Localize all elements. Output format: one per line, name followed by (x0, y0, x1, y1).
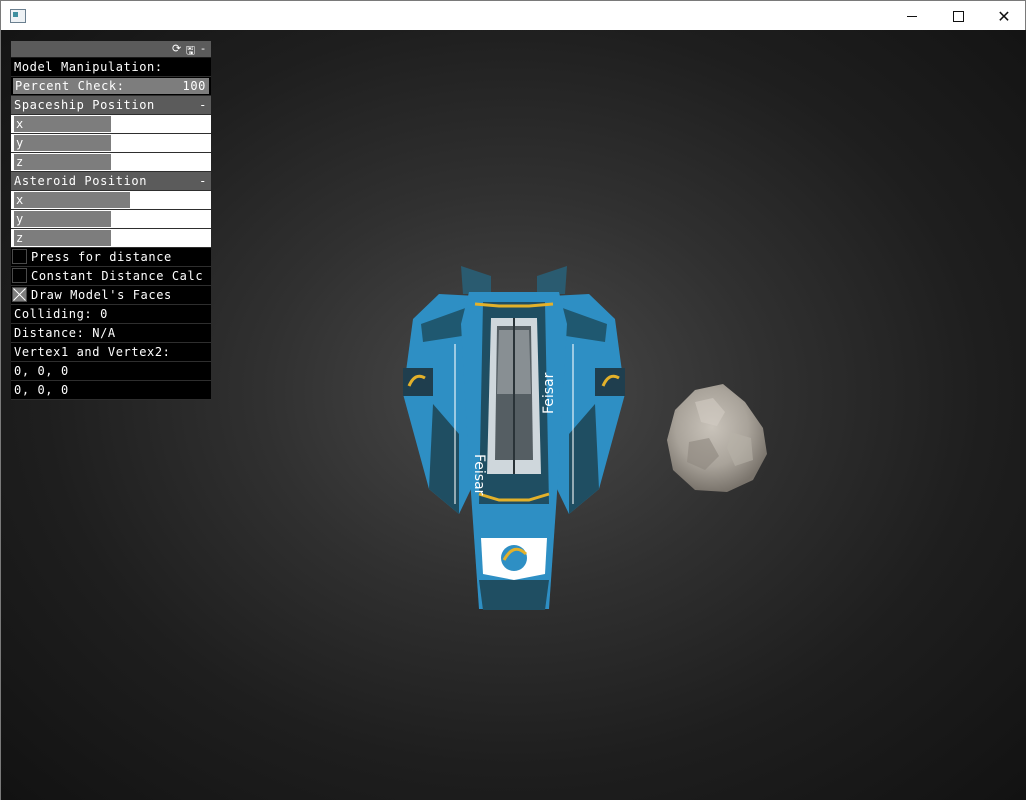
maximize-button[interactable] (935, 1, 981, 31)
slider-fill (14, 116, 111, 132)
vertex-label: Vertex1 and Vertex2: (11, 343, 211, 362)
checkbox-box[interactable] (12, 249, 27, 264)
ship-decal-right: Feisar (541, 372, 557, 414)
constant-distance-calc-checkbox[interactable]: Constant Distance Calc (11, 267, 211, 286)
asteroid-model (667, 384, 767, 492)
distance-readout: Distance: N/A (11, 324, 211, 343)
minimize-icon (907, 15, 917, 17)
close-button[interactable]: ✕ (981, 1, 1026, 31)
checkbox-box[interactable] (12, 268, 27, 283)
window-titlebar[interactable]: ✕ (0, 0, 1026, 31)
model-manipulation-label: Model Manipulation: (11, 58, 211, 77)
collapse-icon[interactable]: - (199, 96, 207, 114)
spaceship-x-label: x (16, 117, 24, 131)
slider-fill (14, 192, 131, 208)
spaceship-model: Feisar Feisar (403, 266, 625, 610)
spaceship-y-slider[interactable]: y (11, 134, 211, 153)
collapse-icon[interactable]: - (199, 172, 207, 190)
percent-check-value: 100 (182, 79, 206, 93)
spaceship-x-slider[interactable]: x (11, 115, 211, 134)
asteroid-position-group[interactable]: Asteroid Position - (11, 172, 211, 191)
ship-decal-left: Feisar (471, 454, 487, 496)
draw-model-faces-label: Draw Model's Faces (31, 288, 172, 302)
checkbox-box[interactable] (12, 287, 27, 302)
asteroid-x-slider[interactable]: x (11, 191, 211, 210)
spaceship-position-title: Spaceship Position (14, 98, 155, 112)
maximize-icon (952, 10, 964, 22)
spaceship-y-label: y (16, 136, 24, 150)
slider-fill (14, 230, 111, 246)
slider-fill (14, 154, 111, 170)
slider-fill (14, 135, 111, 151)
spaceship-z-label: z (16, 155, 24, 169)
asteroid-z-label: z (16, 231, 24, 245)
asteroid-y-slider[interactable]: y (11, 210, 211, 229)
app-window-icon (10, 9, 26, 23)
asteroid-z-slider[interactable]: z (11, 229, 211, 248)
vertex1-readout: 0, 0, 0 (11, 362, 211, 381)
percent-check-slider[interactable]: Percent Check: 100 (11, 77, 211, 96)
panel-header[interactable]: ⟳ 🖫 - (11, 41, 211, 58)
press-for-distance-label: Press for distance (31, 250, 172, 264)
asteroid-position-title: Asteroid Position (14, 174, 148, 188)
constant-distance-calc-label: Constant Distance Calc (31, 269, 204, 283)
close-icon: ✕ (997, 6, 1011, 26)
gui-panel: ⟳ 🖫 - Model Manipulation: Percent Check:… (11, 41, 211, 400)
draw-model-faces-checkbox[interactable]: Draw Model's Faces (11, 286, 211, 305)
vertex2-readout: 0, 0, 0 (11, 381, 211, 400)
percent-check-label: Percent Check: (15, 79, 125, 93)
press-for-distance-checkbox[interactable]: Press for distance (11, 248, 211, 267)
slider-fill (14, 211, 111, 227)
minimize-button[interactable] (889, 1, 935, 31)
asteroid-x-label: x (16, 193, 24, 207)
spaceship-z-slider[interactable]: z (11, 153, 211, 172)
spaceship-position-group[interactable]: Spaceship Position - (11, 96, 211, 115)
asteroid-y-label: y (16, 212, 24, 226)
colliding-readout: Colliding: 0 (11, 305, 211, 324)
